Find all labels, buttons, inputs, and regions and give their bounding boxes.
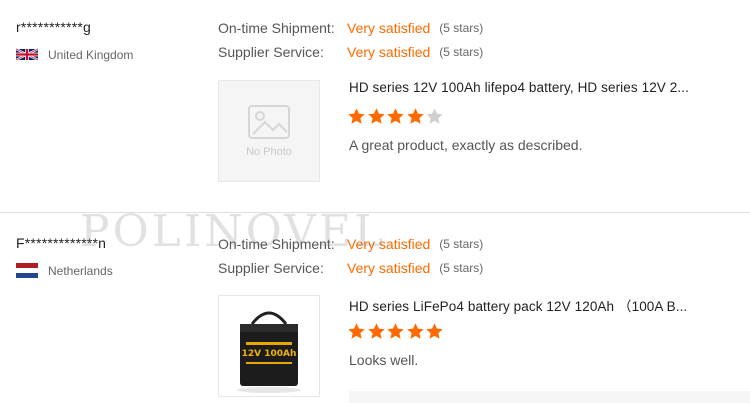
service-value: Very satisfied <box>347 44 431 60</box>
country-name: Netherlands <box>48 263 113 278</box>
shipment-stars: (5 stars) <box>439 237 484 251</box>
reviewer-country: Netherlands <box>16 263 113 278</box>
review-comment: Looks well. <box>349 352 419 368</box>
service-stars: (5 stars) <box>439 45 484 59</box>
star-filled-icon <box>406 108 424 124</box>
review-card: r***********g United Kingdom On-time Shi… <box>0 0 750 212</box>
no-photo-label: No Photo <box>246 146 292 158</box>
shipment-rating: On-time Shipment: Very satisfied (5 star… <box>218 236 483 252</box>
star-rating <box>347 322 445 341</box>
review-comment: A great product, exactly as described. <box>349 137 583 153</box>
star-filled-icon <box>367 323 385 339</box>
uk-flag-icon <box>16 48 38 61</box>
service-rating: Supplier Service: Very satisfied (5 star… <box>218 44 483 60</box>
star-filled-icon <box>387 323 404 339</box>
product-title-link[interactable]: HD series LiFePo4 battery pack 12V 120Ah… <box>349 295 687 315</box>
service-label: Supplier Service: <box>218 44 324 60</box>
shipment-value: Very satisfied <box>347 20 431 36</box>
shipment-label: On-time Shipment: <box>218 20 335 36</box>
battery-label-text: 12V 100Ah <box>242 349 297 359</box>
reviewer-name: r***********g <box>16 19 91 35</box>
star-filled-icon <box>367 108 385 124</box>
review-divider <box>0 212 750 213</box>
star-filled-icon <box>387 108 404 124</box>
product-thumbnail[interactable]: No Photo <box>218 80 320 182</box>
star-filled-icon <box>348 323 365 339</box>
service-stars: (5 stars) <box>439 261 484 275</box>
service-value: Very satisfied <box>347 260 431 276</box>
product-thumbnail[interactable]: 12V 100Ah <box>218 295 320 397</box>
battery-product-photo: 12V 100Ah <box>237 311 301 393</box>
star-filled-icon <box>348 108 365 124</box>
shipment-rating: On-time Shipment: Very satisfied (5 star… <box>218 20 483 36</box>
product-title-link[interactable]: HD series 12V 100Ah lifepo4 battery, HD … <box>349 80 689 95</box>
reviewer-name: F*************n <box>16 235 107 251</box>
shipment-stars: (5 stars) <box>439 21 484 35</box>
review-card: F*************n Netherlands On-time Ship… <box>0 214 750 400</box>
shipment-value: Very satisfied <box>347 236 431 252</box>
shipment-label: On-time Shipment: <box>218 236 335 252</box>
supplier-reply-box <box>349 391 750 403</box>
star-filled-icon <box>426 323 443 339</box>
star-rating <box>347 107 445 126</box>
image-placeholder-icon <box>248 105 290 139</box>
netherlands-flag-icon <box>16 263 38 278</box>
service-label: Supplier Service: <box>218 260 324 276</box>
star-filled-icon <box>406 323 424 339</box>
star-empty-icon <box>426 108 443 124</box>
reviewer-country: United Kingdom <box>16 47 133 62</box>
country-name: United Kingdom <box>48 47 134 62</box>
service-rating: Supplier Service: Very satisfied (5 star… <box>218 260 483 276</box>
